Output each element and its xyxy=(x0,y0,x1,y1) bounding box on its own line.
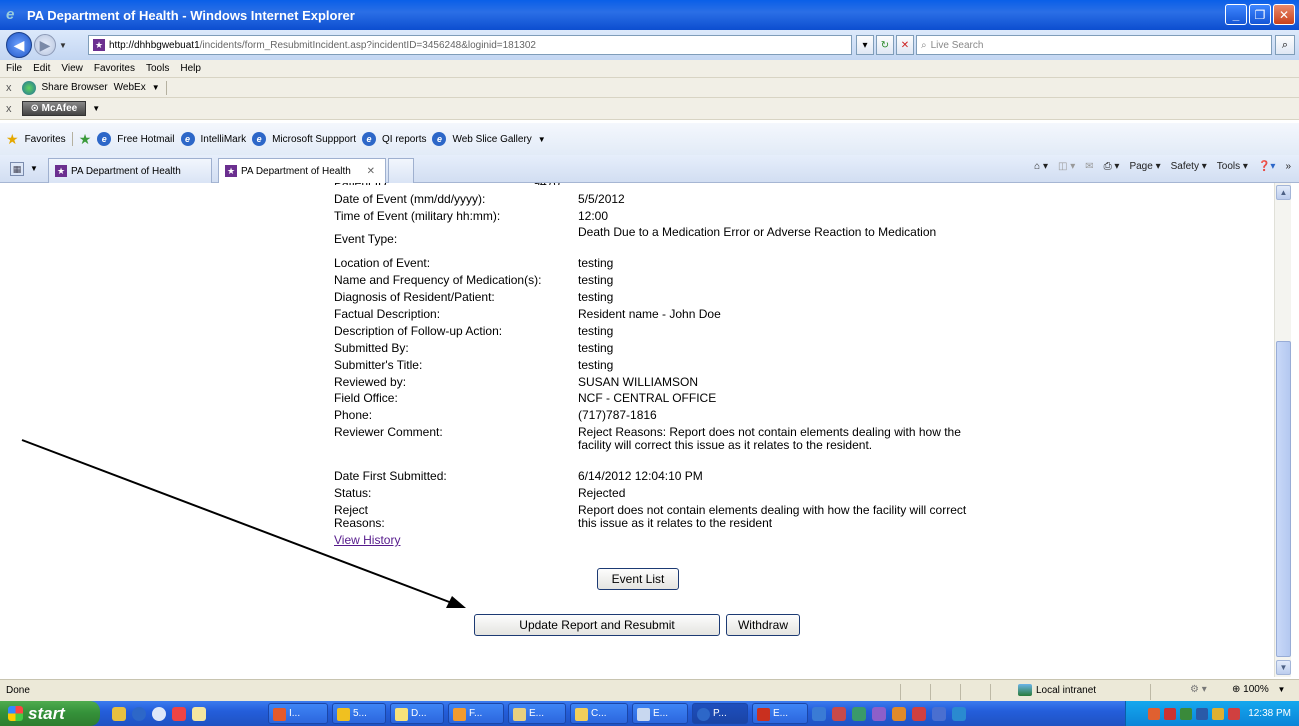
taskbar-small-icon[interactable] xyxy=(832,707,846,721)
task-label: P... xyxy=(713,708,727,719)
annotation-arrow-icon xyxy=(21,439,466,608)
task-label: E... xyxy=(529,708,545,719)
task-label: 5... xyxy=(353,708,367,719)
quicklaunch-icon[interactable] xyxy=(172,707,186,721)
taskbar-small-icon[interactable] xyxy=(872,707,886,721)
task-app-icon xyxy=(395,708,408,721)
task-label: C... xyxy=(591,708,607,719)
status-divider xyxy=(990,684,991,700)
zone-label: Local intranet xyxy=(1036,684,1097,696)
status-bar: Done Local intranet ⚙ ▾ ⊕ 100% ▼ xyxy=(0,679,1299,701)
tray-icon[interactable] xyxy=(1180,707,1193,720)
taskbar-item[interactable]: D... xyxy=(390,703,444,724)
tray-icon[interactable] xyxy=(1164,707,1177,720)
quicklaunch-icon[interactable] xyxy=(152,707,166,721)
protected-mode-icon[interactable]: ⚙ ▾ xyxy=(1190,684,1207,695)
zoom-control[interactable]: ⊕ 100% ▼ xyxy=(1232,684,1285,695)
taskbar-small-icon[interactable] xyxy=(912,707,926,721)
zoom-level: 100% xyxy=(1243,684,1269,695)
taskbar-item[interactable]: 5... xyxy=(332,703,386,724)
taskbar-item[interactable]: C... xyxy=(570,703,628,724)
clock[interactable]: 12:38 PM xyxy=(1248,708,1291,719)
tray-icon[interactable] xyxy=(1148,707,1161,720)
task-label: E... xyxy=(653,708,669,719)
taskbar-small-icon[interactable] xyxy=(932,707,946,721)
task-app-icon xyxy=(513,708,526,721)
taskbar-item[interactable]: F... xyxy=(448,703,504,724)
quicklaunch-icon[interactable] xyxy=(112,707,126,721)
local-intranet-icon xyxy=(1018,684,1032,696)
quicklaunch-ie-icon[interactable] xyxy=(132,707,146,721)
taskbar-item-active[interactable]: P... xyxy=(692,703,748,724)
task-app-icon xyxy=(453,708,466,721)
zoom-dropdown-icon: ▼ xyxy=(1277,685,1286,694)
start-button[interactable]: start xyxy=(0,701,100,726)
taskbar-small-icon[interactable] xyxy=(812,707,826,721)
task-label: I... xyxy=(289,708,301,719)
task-app-icon xyxy=(697,708,710,721)
quicklaunch-mail-icon[interactable] xyxy=(192,707,206,721)
system-tray: 12:38 PM xyxy=(1125,701,1299,726)
task-app-icon xyxy=(273,708,286,721)
tray-icon[interactable] xyxy=(1228,707,1241,720)
status-divider xyxy=(960,684,961,700)
status-divider xyxy=(900,684,901,700)
taskbar-item[interactable]: E... xyxy=(632,703,688,724)
status-text: Done xyxy=(6,685,30,696)
taskbar-small-icon[interactable] xyxy=(952,707,966,721)
taskbar-item[interactable]: E... xyxy=(752,703,808,724)
start-label: start xyxy=(28,703,65,723)
task-app-icon xyxy=(637,708,650,721)
taskbar: start I... 5... D... F... E... C... E...… xyxy=(0,701,1299,726)
windows-logo-icon xyxy=(8,706,23,721)
task-label: D... xyxy=(411,708,427,719)
task-label: E... xyxy=(773,708,789,719)
taskbar-item[interactable]: I... xyxy=(268,703,328,724)
task-label: F... xyxy=(469,708,483,719)
taskbar-item[interactable]: E... xyxy=(508,703,566,724)
task-app-icon xyxy=(575,708,588,721)
taskbar-small-icon[interactable] xyxy=(852,707,866,721)
security-zone[interactable]: Local intranet xyxy=(1018,684,1096,696)
status-divider xyxy=(1150,684,1151,700)
task-app-icon xyxy=(337,708,350,721)
tray-icon[interactable] xyxy=(1196,707,1209,720)
status-divider xyxy=(930,684,931,700)
taskbar-small-icon[interactable] xyxy=(892,707,906,721)
tray-icon[interactable] xyxy=(1212,707,1225,720)
zoom-icon: ⊕ xyxy=(1232,684,1241,695)
task-app-icon xyxy=(757,708,770,721)
